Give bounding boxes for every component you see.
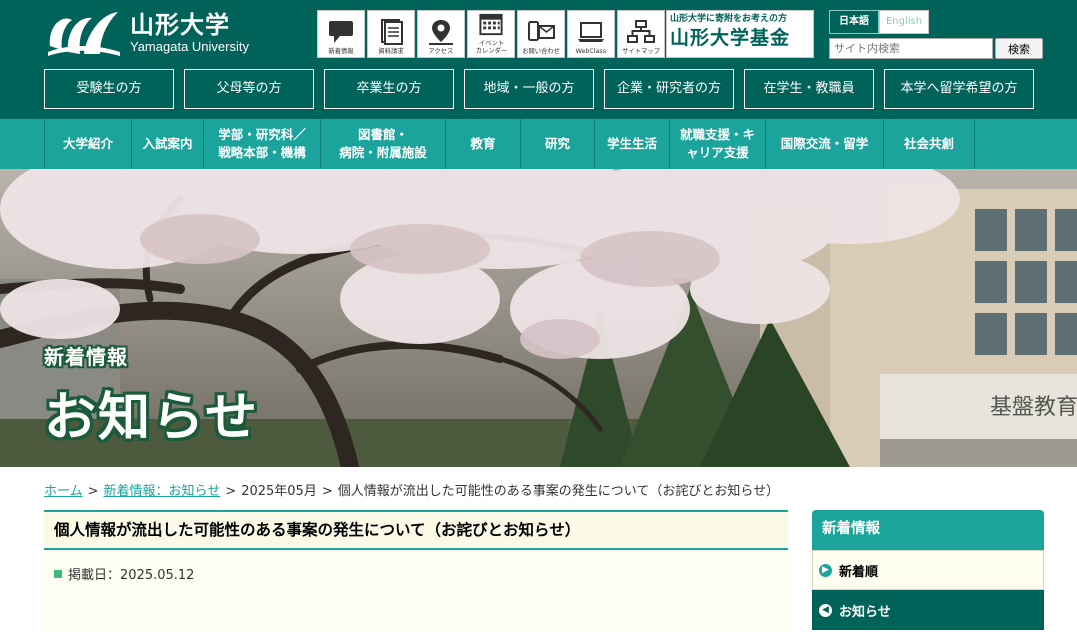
article-date: 掲載日：2025.05.12 bbox=[54, 564, 194, 583]
audience-alumni[interactable]: 卒業生の方 bbox=[324, 69, 454, 109]
audience-parents[interactable]: 父母等の方 bbox=[184, 69, 314, 109]
util-label: WebClass bbox=[575, 47, 607, 55]
util-label: 資料請求 bbox=[378, 47, 404, 55]
breadcrumb-month: 2025年05月 bbox=[241, 484, 317, 499]
site-search: 検索 bbox=[829, 38, 1043, 59]
site-header: 山形大学 Yamagata University 新着情報 資料請求 アクセス … bbox=[0, 0, 1077, 119]
util-label: アクセス bbox=[428, 47, 454, 55]
audience-students-staff[interactable]: 在学生・教職員 bbox=[744, 69, 874, 109]
utility-icon-bar: 新着情報 資料請求 アクセス イベント カレンダー お問い合わせ WebClas… bbox=[317, 10, 667, 58]
breadcrumb: ホーム > 新着情報：お知らせ >2025年05月 > 個人情報が流出した可能性のある事案… bbox=[44, 480, 779, 499]
hero-subtitle: 新着情報 bbox=[44, 345, 128, 369]
event-calendar-button[interactable]: イベント カレンダー bbox=[467, 10, 515, 58]
university-logo[interactable]: 山形大学 Yamagata University bbox=[44, 6, 264, 60]
nav-research[interactable]: 研究 bbox=[521, 119, 595, 169]
breadcrumb-news-link[interactable]: 新着情報：お知らせ bbox=[104, 484, 221, 499]
breadcrumb-separator: > bbox=[225, 484, 237, 499]
brochure-request-button[interactable]: 資料請求 bbox=[367, 10, 415, 58]
breadcrumb-separator: > bbox=[87, 484, 99, 499]
svg-text:基盤教育: 基盤教育 bbox=[990, 395, 1077, 420]
audience-community[interactable]: 地域・一般の方 bbox=[464, 69, 594, 109]
audience-companies[interactable]: 企業・研究者の方 bbox=[604, 69, 734, 109]
search-input[interactable] bbox=[829, 38, 993, 59]
logo-name-ja: 山形大学 bbox=[130, 10, 230, 39]
breadcrumb-home-link[interactable]: ホーム bbox=[44, 484, 83, 499]
contact-icon bbox=[528, 21, 555, 41]
nav-social-cocreation[interactable]: 社会共創 bbox=[884, 119, 975, 169]
sidebar: 新着情報 ▶ 新着順 ◀ お知らせ bbox=[812, 510, 1044, 632]
language-english-button[interactable]: English bbox=[879, 10, 929, 34]
audience-applicants[interactable]: 受験生の方 bbox=[44, 69, 174, 109]
sidebar-item-label: お知らせ bbox=[839, 604, 891, 620]
news-shortcut-button[interactable]: 新着情報 bbox=[317, 10, 365, 58]
sidebar-item-latest[interactable]: ▶ 新着順 bbox=[812, 550, 1044, 590]
nav-student-life[interactable]: 学生生活 bbox=[595, 119, 670, 169]
search-button[interactable]: 検索 bbox=[995, 38, 1043, 59]
webclass-button[interactable]: WebClass bbox=[567, 10, 615, 58]
article: 個人情報が流出した可能性のある事案の発生について（お詫びとお知らせ） 掲載日：2… bbox=[44, 510, 788, 632]
fund-banner-subtitle: 山形大学に寄附をお考えの方 bbox=[670, 14, 788, 24]
documents-icon bbox=[381, 19, 403, 45]
fund-banner-title: 山形大学基金 bbox=[670, 27, 791, 49]
util-label: お問い合わせ bbox=[522, 47, 560, 55]
nav-education[interactable]: 教育 bbox=[446, 119, 521, 169]
map-pin-icon bbox=[429, 20, 453, 45]
chat-bubble-icon bbox=[329, 21, 353, 43]
audience-international[interactable]: 本学へ留学希望の方 bbox=[884, 69, 1034, 109]
audience-nav: 受験生の方 父母等の方 卒業生の方 地域・一般の方 企業・研究者の方 在学生・教… bbox=[44, 69, 1034, 109]
arrow-circle-icon: ◀ bbox=[819, 603, 832, 617]
hero-title: お知らせ bbox=[44, 387, 259, 448]
nav-library-hospital[interactable]: 図書館・ 病院・附属施設 bbox=[321, 119, 446, 169]
contact-button[interactable]: お問い合わせ bbox=[517, 10, 565, 58]
util-label: イベント カレンダー bbox=[475, 39, 507, 55]
article-date-text: 掲載日：2025.05.12 bbox=[68, 568, 195, 583]
nav-career-support[interactable]: 就職支援・キ ャリア支援 bbox=[670, 119, 766, 169]
sidebar-item-notices[interactable]: ◀ お知らせ bbox=[812, 590, 1044, 630]
hero-banner: 基盤教育 新着情報 お知らせ bbox=[0, 169, 1077, 467]
nav-admissions[interactable]: 入試案内 bbox=[132, 119, 204, 169]
breadcrumb-current: 個人情報が流出した可能性のある事案の発生について（お詫びとお知らせ） bbox=[337, 484, 780, 499]
logo-name-en: Yamagata University bbox=[130, 39, 249, 54]
laptop-icon bbox=[578, 22, 604, 42]
util-label: 新着情報 bbox=[328, 47, 354, 55]
sitemap-icon bbox=[627, 20, 655, 43]
nav-international[interactable]: 国際交流・留学 bbox=[766, 119, 884, 169]
main-nav: 大学紹介 入試案内 学部・研究科／ 戦略本部・機構 図書館・ 病院・附属施設 教… bbox=[0, 119, 1077, 169]
sidebar-item-label: 新着順 bbox=[839, 564, 879, 580]
util-label: サイトマップ bbox=[622, 47, 660, 55]
nav-about[interactable]: 大学紹介 bbox=[45, 119, 132, 169]
breadcrumb-separator: > bbox=[321, 484, 333, 499]
article-title: 個人情報が流出した可能性のある事案の発生について（お詫びとお知らせ） bbox=[44, 510, 788, 550]
sidebar-heading: 新着情報 bbox=[812, 510, 1044, 550]
bullet-square-icon bbox=[54, 569, 62, 578]
sitemap-button[interactable]: サイトマップ bbox=[617, 10, 665, 58]
arrow-circle-icon: ▶ bbox=[819, 563, 832, 577]
calendar-icon bbox=[479, 13, 503, 36]
language-switcher: 日本語 English bbox=[829, 10, 929, 34]
fund-banner[interactable]: 山形大学に寄附をお考えの方 山形大学基金 bbox=[666, 10, 814, 58]
access-button[interactable]: アクセス bbox=[417, 10, 465, 58]
logo-text: 山形大学 Yamagata University bbox=[130, 11, 249, 55]
nav-faculties[interactable]: 学部・研究科／ 戦略本部・機構 bbox=[204, 119, 321, 169]
language-japanese-button[interactable]: 日本語 bbox=[829, 10, 879, 34]
logo-mark-icon bbox=[48, 12, 120, 56]
